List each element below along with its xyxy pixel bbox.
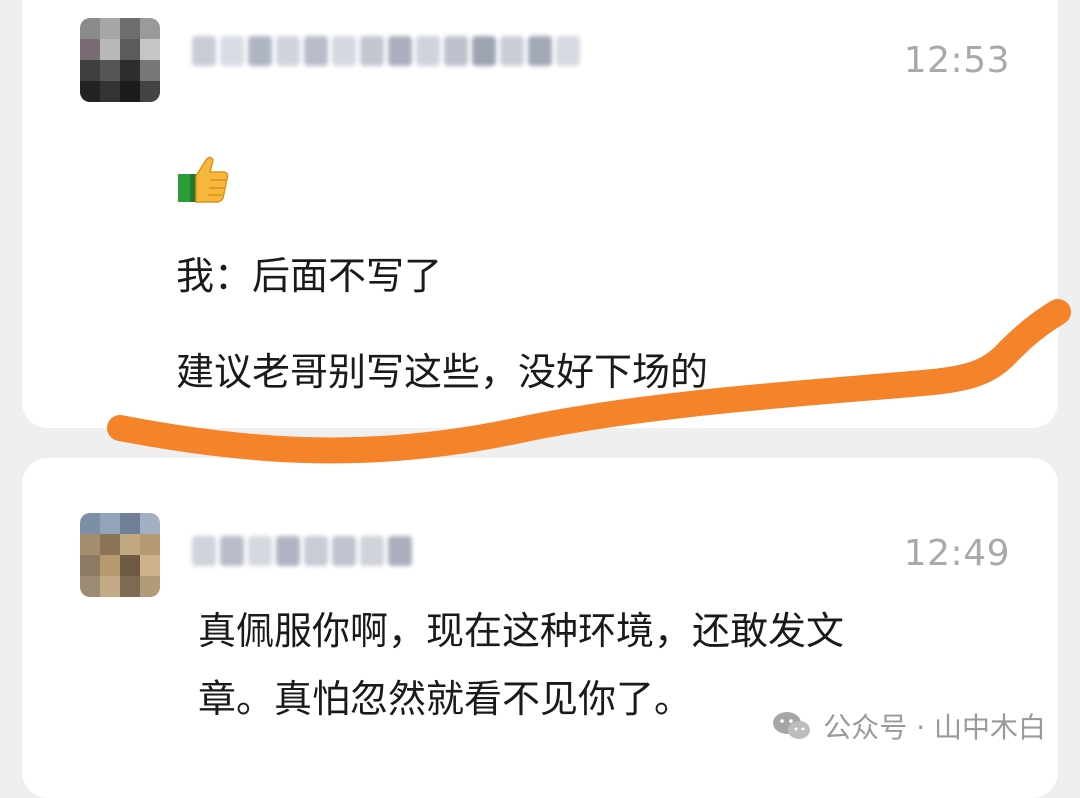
- message-text: 我：后面不写了: [176, 254, 443, 298]
- watermark: 公众号 · 山中木白: [771, 706, 1046, 746]
- message-text: 章。真怕忽然就看不见你了。: [198, 677, 693, 721]
- sender-name: [192, 28, 580, 74]
- message-text: 真佩服你啊，现在这种环境，还敢发文: [198, 609, 845, 653]
- message-text: 建议老哥别写这些，没好下场的: [176, 350, 709, 394]
- message-time: 12:53: [903, 40, 1010, 81]
- thumbs-up-icon: [178, 156, 229, 203]
- message-card: 12:49 真佩服你啊，现在这种环境，还敢发文 章。真怕忽然就看不见你了。: [22, 458, 1058, 798]
- message-time: 12:49: [903, 533, 1010, 574]
- sender-name: [192, 528, 412, 574]
- avatar[interactable]: [80, 513, 160, 597]
- wechat-icon: [773, 712, 811, 739]
- avatar[interactable]: [80, 18, 160, 102]
- watermark-text: 公众号 · 山中木白: [823, 711, 1046, 744]
